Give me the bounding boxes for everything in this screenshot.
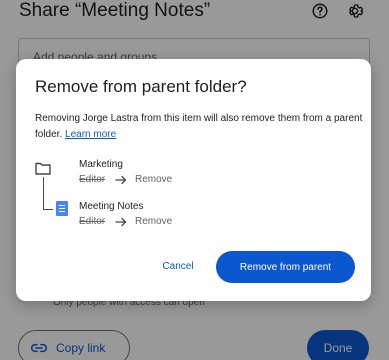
learn-more-link[interactable]: Learn more [65, 129, 116, 140]
document-old-role: Editor [79, 216, 106, 227]
folder-icon [35, 162, 51, 175]
folder-tree: Marketing Editor Remove Meeting Notes Ed… [35, 155, 355, 245]
cancel-button[interactable]: Cancel [155, 250, 201, 282]
tree-connector-branch [43, 209, 53, 210]
dialog-title: Remove from parent folder? [35, 77, 247, 96]
document-new-role: Remove [135, 216, 173, 227]
tree-connector-line [43, 177, 44, 209]
document-name: Meeting Notes [79, 201, 144, 212]
parent-folder-name: Marketing [79, 159, 123, 170]
dialog-description: Removing Jorge Lastra from this item wil… [35, 111, 365, 143]
arrow-right-icon [115, 175, 127, 185]
remove-from-parent-button[interactable]: Remove from parent [216, 251, 355, 283]
arrow-right-icon [115, 217, 127, 227]
parent-folder-old-role: Editor [79, 174, 106, 185]
doc-icon [56, 201, 68, 216]
remove-from-parent-dialog: Remove from parent folder? Removing Jorg… [16, 59, 371, 301]
parent-folder-new-role: Remove [135, 174, 173, 185]
